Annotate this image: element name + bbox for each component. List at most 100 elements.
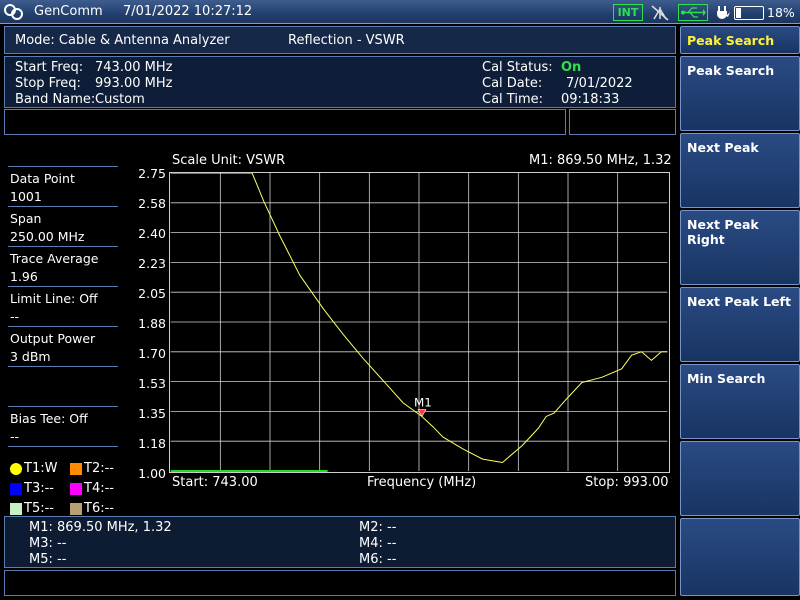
trace-t5-swatch [10,502,22,515]
softkey-menu-title-label: Peak Search [687,33,775,48]
marker-readout: M1: 869.50 MHz, 1.32 [529,153,672,168]
softkey-next-peak[interactable]: Next Peak [680,133,800,208]
softkey-empty-6[interactable] [680,441,800,516]
stop-freq-label: Stop Freq: [15,76,81,91]
softkey-min-search[interactable]: Min Search [680,364,800,439]
softkey-next-peak-left-label: Next Peak Left [687,294,791,309]
scale-unit-label: Scale Unit: VSWR [172,153,286,168]
sweep-progress-bar [170,470,328,472]
cal-time-value: 09:18:33 [561,92,620,107]
measurement-label: Reflection - VSWR [288,33,405,48]
y-tick: 1.53 [138,376,166,391]
trace-t3-swatch [10,482,22,495]
cal-date-label: Cal Date: [482,76,543,91]
limit-line-label: Limit Line: Off [10,291,98,306]
marker-m4[interactable]: M4: -- [359,536,396,551]
y-tick: 1.00 [138,466,166,481]
softkey-next-peak-right-label: Next Peak Right [687,217,759,247]
softkey-menu-title: Peak Search [680,26,800,54]
limit-line-value: -- [10,309,20,324]
cal-status-value: On [561,60,582,75]
trace-average-value: 1.96 [10,269,38,284]
marker-m2[interactable]: M2: -- [359,520,396,535]
y-tick: 1.88 [138,316,166,331]
trace-t1[interactable]: T1:W [10,458,57,477]
cal-time-label: Cal Time: [482,92,543,107]
mode-label: Mode: Cable & Antenna Analyzer [15,33,230,48]
softkey-next-peak-left[interactable]: Next Peak Left [680,287,800,362]
y-tick: 1.35 [138,406,166,421]
y-tick: 2.40 [138,226,166,241]
trace-t6[interactable]: T6:-- [70,498,114,517]
info-panel: Data Point 1001 Span 250.00 MHz Trace Av… [0,138,122,517]
x-axis-label: Frequency (MHz) [367,475,477,490]
message-bar [4,109,566,135]
plug-icon [717,6,730,19]
bottom-message-bar [4,570,676,596]
settings-panel: Start Freq: 743.00 MHz Stop Freq: 993.00… [4,56,676,108]
marker-m3[interactable]: M3: -- [29,536,66,551]
y-axis: 2.75 2.58 2.40 2.23 2.05 1.88 1.70 1.53 … [122,164,166,482]
marker-table: M1: 869.50 MHz, 1.32 M2: -- M3: -- M4: -… [4,516,676,568]
start-label: Start: 743.00 [172,475,258,490]
int-badge: INT [613,4,643,21]
start-freq-value[interactable]: 743.00 MHz [95,60,172,75]
marker-m1[interactable]: M1: 869.50 MHz, 1.32 [29,520,172,535]
battery-icon [734,6,764,20]
softkey-next-peak-label: Next Peak [687,140,759,155]
cal-status-label: Cal Status: [482,60,553,75]
span-label: Span [10,211,42,226]
trace-t2[interactable]: T2:-- [70,458,114,477]
trace-t4-label: T4:-- [84,481,114,496]
data-point-value: 1001 [10,189,42,204]
softkey-empty-7[interactable] [680,518,800,596]
softkey-min-search-label: Min Search [687,371,766,386]
trace-t1-swatch [10,462,22,475]
vswr-plot[interactable]: M1 [169,172,670,473]
trace-t4-swatch [70,482,82,495]
datetime: 7/01/2022 10:27:12 [123,4,253,19]
usb-icon [678,4,708,21]
trace-t6-label: T6:-- [84,501,114,516]
trace-t1-label: T1:W [24,461,58,476]
trace-t2-label: T2:-- [84,461,114,476]
softkey-peak-search-label: Peak Search [687,63,775,78]
trace-t2-swatch [70,462,82,475]
y-tick: 2.75 [138,166,166,181]
band-name-label: Band Name: [15,92,96,107]
trace-t6-swatch [70,502,82,515]
logo-icon [4,4,23,20]
stop-label: Stop: 993.00 [585,475,669,490]
trace-t5-label: T5:-- [24,501,54,516]
softkey-next-peak-right[interactable]: Next Peak Right [680,210,800,285]
output-power-value: 3 dBm [10,349,51,364]
trace-t5[interactable]: T5:-- [10,498,54,517]
y-tick: 2.23 [138,256,166,271]
softkey-peak-search[interactable]: Peak Search [680,56,800,131]
stop-freq-value[interactable]: 993.00 MHz [95,76,172,91]
y-tick: 1.18 [138,436,166,451]
band-name-value[interactable]: Custom [95,92,145,107]
output-power-label: Output Power [10,331,96,346]
marker-m6[interactable]: M6: -- [359,552,396,567]
trace-t3-label: T3:-- [24,481,54,496]
app-name: GenComm [34,4,103,19]
message-bar-right [569,109,676,135]
trace-t4[interactable]: T4:-- [70,478,114,497]
trace-t3[interactable]: T3:-- [10,478,54,497]
marker-m5[interactable]: M5: -- [29,552,66,567]
marker-m1-label: M1 [414,396,432,410]
trace-average-label: Trace Average [10,251,99,266]
cal-date-value: 7/01/2022 [566,76,633,91]
span-value: 250.00 MHz [10,229,85,244]
mode-bar: Mode: Cable & Antenna Analyzer Reflectio… [4,26,676,54]
y-tick: 1.70 [138,346,166,361]
y-tick: 2.58 [138,196,166,211]
bias-tee-label: Bias Tee: Off [10,411,88,426]
start-freq-label: Start Freq: [15,60,84,75]
antenna-off-icon [651,5,669,21]
y-tick: 2.05 [138,286,166,301]
battery-percent: 18% [767,5,795,20]
status-bar: GenComm 7/01/2022 10:27:12 INT 18% [0,0,800,24]
plot-grid [170,173,668,472]
